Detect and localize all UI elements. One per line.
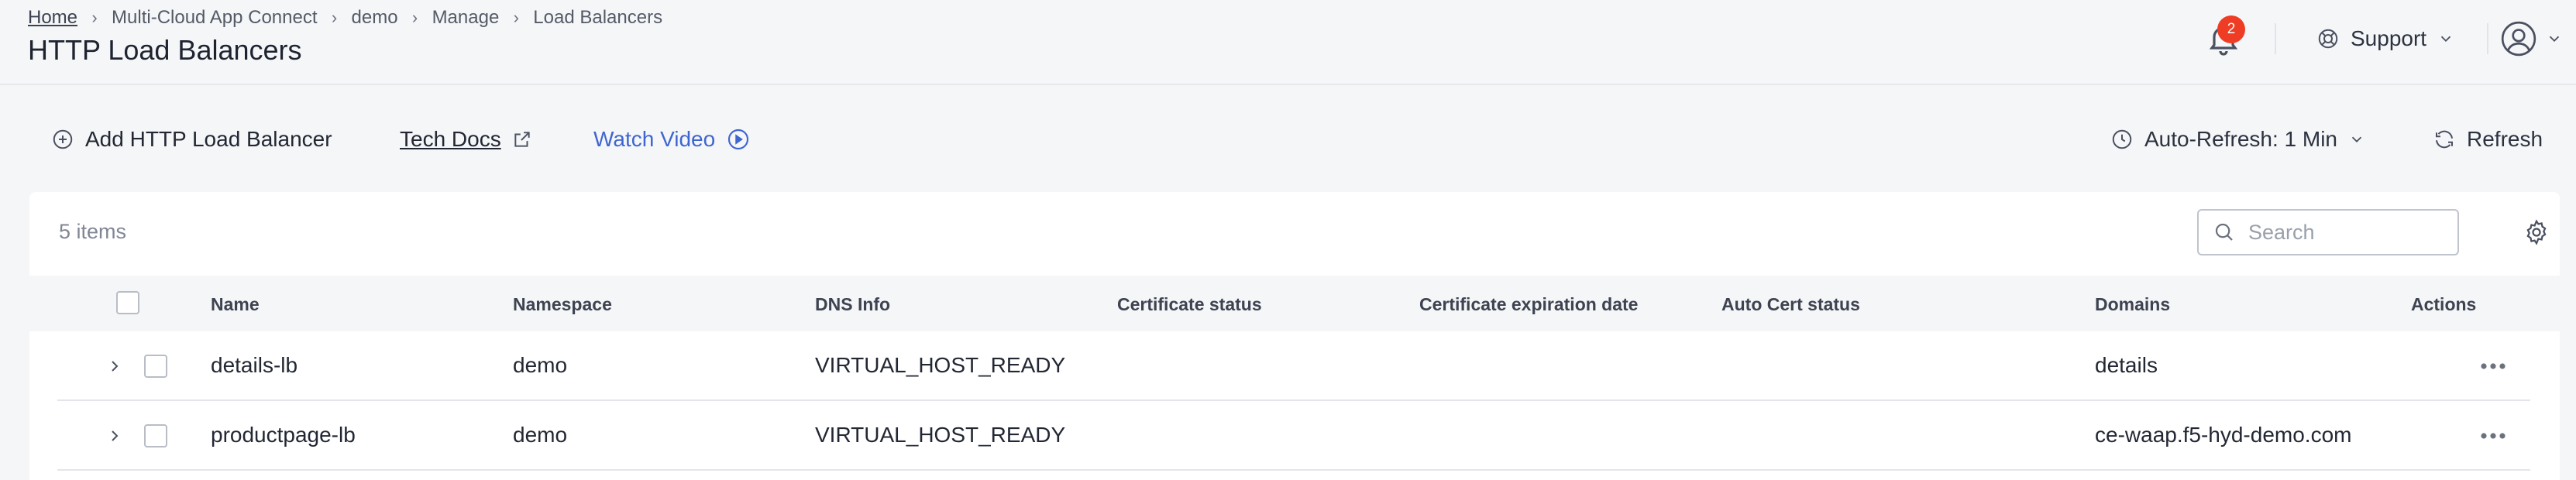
page-header: Home › Multi-Cloud App Connect › demo › …	[0, 0, 2576, 85]
more-horizontal-icon	[2481, 433, 2505, 439]
column-header-actions: Actions	[2411, 294, 2477, 314]
search-box[interactable]	[2197, 209, 2459, 255]
chevron-down-icon	[2440, 36, 2451, 43]
notification-badge: 2	[2217, 15, 2245, 43]
column-header-name[interactable]: Name	[211, 294, 260, 315]
clock-icon	[2112, 129, 2132, 149]
breadcrumb-separator-icon: ›	[331, 8, 338, 27]
search-input[interactable]	[2248, 220, 2434, 245]
column-header-certificate-expiration-date[interactable]: Certificate expiration date	[1419, 294, 1638, 315]
breadcrumb-manage[interactable]: Manage	[432, 7, 500, 29]
page-title: HTTP Load Balancers	[28, 34, 302, 66]
column-header-domains[interactable]: Domains	[2095, 294, 2170, 315]
column-header-namespace[interactable]: Namespace	[513, 294, 612, 315]
breadcrumb-multi-cloud-app-connect[interactable]: Multi-Cloud App Connect	[112, 7, 317, 29]
column-header-auto-cert-status[interactable]: Auto Cert status	[1721, 294, 1860, 315]
row-checkbox[interactable]	[144, 424, 167, 447]
table-row[interactable]: productpage-lb demo VIRTUAL_HOST_READY c…	[57, 401, 2530, 471]
more-horizontal-icon	[2481, 363, 2505, 369]
row-actions-menu[interactable]	[2475, 355, 2512, 378]
auto-refresh-label: Auto-Refresh: 1 Min	[2144, 127, 2337, 151]
load-balancers-table-card: 5 items Name Namespace DNS Info Certific…	[29, 192, 2560, 480]
breadcrumb-load-balancers: Load Balancers	[533, 7, 663, 28]
breadcrumb-separator-icon: ›	[91, 8, 98, 27]
support-label: Support	[2351, 26, 2427, 50]
lifebuoy-icon	[2318, 29, 2338, 49]
row-namespace: demo	[513, 353, 568, 377]
breadcrumb-home[interactable]: Home	[28, 7, 77, 29]
row-namespace: demo	[513, 423, 568, 447]
table-row[interactable]: details-lb demo VIRTUAL_HOST_READY detai…	[57, 331, 2530, 401]
refresh-button[interactable]: Refresh	[2433, 119, 2543, 159]
toolbar: Add HTTP Load Balancer Tech Docs Watch V…	[0, 108, 2576, 170]
row-dns-info: VIRTUAL_HOST_READY	[815, 423, 1066, 447]
breadcrumb-namespace[interactable]: demo	[352, 7, 398, 29]
add-http-load-balancer-button[interactable]: Add HTTP Load Balancer	[51, 119, 332, 159]
header-divider	[2275, 23, 2276, 54]
watch-video-link[interactable]: Watch Video	[593, 119, 751, 159]
play-circle-icon	[728, 129, 749, 150]
row-domains: details	[2095, 353, 2158, 377]
auto-refresh-dropdown[interactable]: Auto-Refresh: 1 Min	[2110, 119, 2365, 159]
refresh-icon	[2436, 130, 2453, 149]
header-divider	[2487, 23, 2488, 54]
table-header: Name Namespace DNS Info Certificate stat…	[29, 276, 2560, 331]
chevron-down-icon	[2549, 36, 2560, 43]
search-icon	[2215, 223, 2233, 241]
chevron-down-icon	[2351, 136, 2362, 143]
expand-row-chevron-icon[interactable]	[105, 424, 124, 447]
row-actions-menu[interactable]	[2475, 424, 2512, 447]
refresh-label: Refresh	[2467, 127, 2543, 151]
column-header-certificate-status[interactable]: Certificate status	[1117, 294, 1262, 315]
breadcrumb: Home › Multi-Cloud App Connect › demo › …	[28, 5, 662, 31]
tech-docs-label: Tech Docs	[400, 127, 501, 151]
expand-row-chevron-icon[interactable]	[105, 355, 124, 378]
user-avatar-icon	[2501, 21, 2536, 57]
column-header-dns-info[interactable]: DNS Info	[815, 294, 890, 315]
breadcrumb-separator-icon: ›	[411, 8, 418, 27]
row-name[interactable]: details-lb	[211, 353, 297, 378]
plus-circle-icon	[53, 129, 73, 149]
user-menu[interactable]	[2499, 19, 2563, 59]
external-link-icon	[514, 132, 530, 147]
row-dns-info: VIRTUAL_HOST_READY	[815, 353, 1066, 377]
select-all-checkbox[interactable]	[116, 291, 139, 314]
row-name[interactable]: productpage-lb	[211, 423, 356, 447]
breadcrumb-separator-icon: ›	[513, 8, 519, 27]
row-domains: ce-waap.f5-hyd-demo.com	[2095, 423, 2352, 447]
row-checkbox[interactable]	[144, 355, 167, 378]
add-label: Add HTTP Load Balancer	[85, 127, 332, 151]
tech-docs-link[interactable]: Tech Docs	[400, 119, 532, 159]
watch-video-label: Watch Video	[593, 127, 716, 151]
gear-icon[interactable]	[2523, 218, 2550, 246]
support-menu[interactable]: Support	[2316, 20, 2454, 57]
items-count: 5 items	[59, 220, 127, 243]
